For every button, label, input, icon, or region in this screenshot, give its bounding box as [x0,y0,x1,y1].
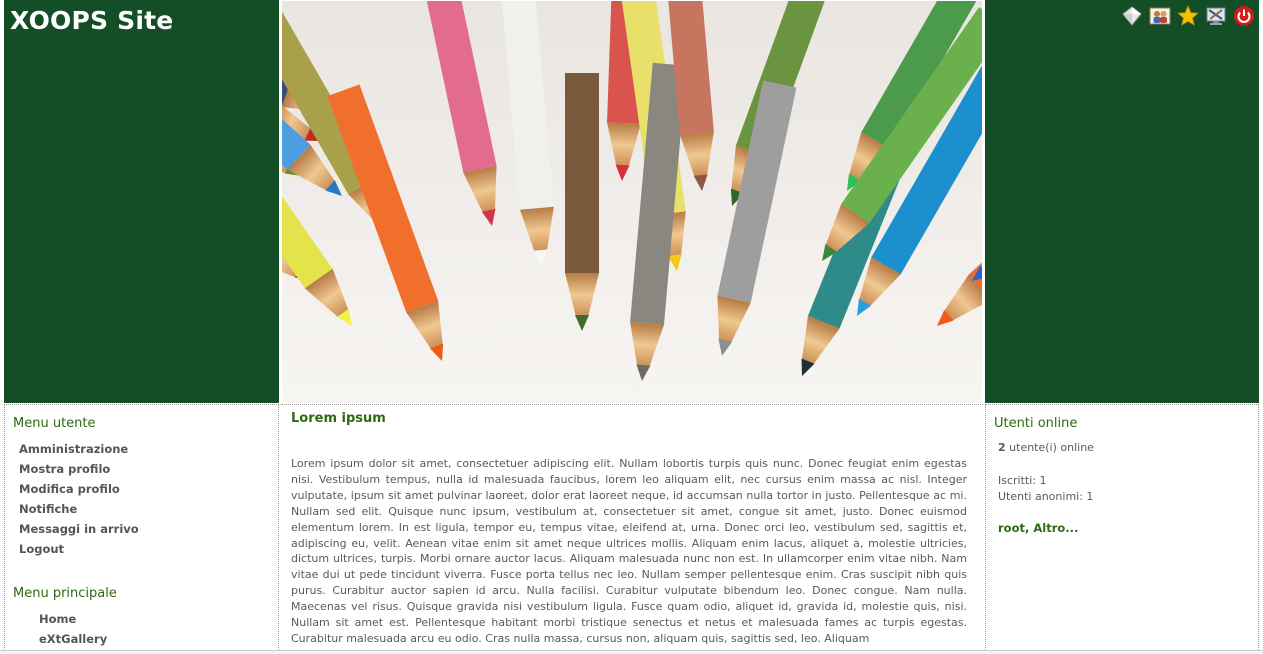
content-title: Lorem ipsum [291,411,386,426]
main-menu-title: Menu principale [13,586,117,601]
menu-item-messaggi[interactable]: Messaggi in arrivo [19,519,139,539]
more-users-link[interactable]: Altro... [1033,521,1078,535]
main-content: Lorem ipsum Lorem ipsum dolor sit amet, … [281,404,983,654]
user-menu-title: Menu utente [13,416,96,431]
online-anonymous: Utenti anonimi: 1 [998,490,1094,503]
online-users: root, Altro... [998,521,1078,535]
menu-item-home[interactable]: Home [39,609,107,629]
menu-item-mostra-profilo[interactable]: Mostra profilo [19,459,139,479]
header-left-panel: XOOPS Site [4,0,279,403]
banner-image [282,1,982,402]
online-registered: Iscritti: 1 [998,474,1047,487]
star-icon[interactable] [1176,4,1199,27]
user-menu: Amministrazione Mostra profilo Modifica … [19,439,139,559]
user-toolbar [1120,4,1255,27]
user-link-root[interactable]: root [998,521,1025,535]
main-menu: Home eXtGallery [39,609,107,649]
site-header: XOOPS Site [0,0,1263,404]
right-sidebar: Utenti online 2 utente(i) online Iscritt… [985,404,1259,654]
tools-icon[interactable] [1204,4,1227,27]
power-icon[interactable] [1232,4,1255,27]
bottom-border [0,650,1263,654]
menu-item-logout[interactable]: Logout [19,539,139,559]
online-title: Utenti online [994,416,1078,431]
online-count-suffix: utente(i) online [1009,441,1094,454]
header-right-panel [985,0,1259,403]
menu-item-modifica-profilo[interactable]: Modifica profilo [19,479,139,499]
menu-item-extgallery[interactable]: eXtGallery [39,629,107,649]
menu-item-notifiche[interactable]: Notifiche [19,499,139,519]
online-count: 2 [998,441,1006,454]
users-icon[interactable] [1148,4,1171,27]
left-sidebar: Menu utente Amministrazione Mostra profi… [4,404,279,654]
site-title[interactable]: XOOPS Site [10,6,173,35]
menu-item-amministrazione[interactable]: Amministrazione [19,439,139,459]
online-count-line: 2 utente(i) online [998,441,1094,454]
content-body: Lorem ipsum dolor sit amet, consectetuer… [291,457,967,645]
diamond-icon[interactable] [1120,4,1143,27]
